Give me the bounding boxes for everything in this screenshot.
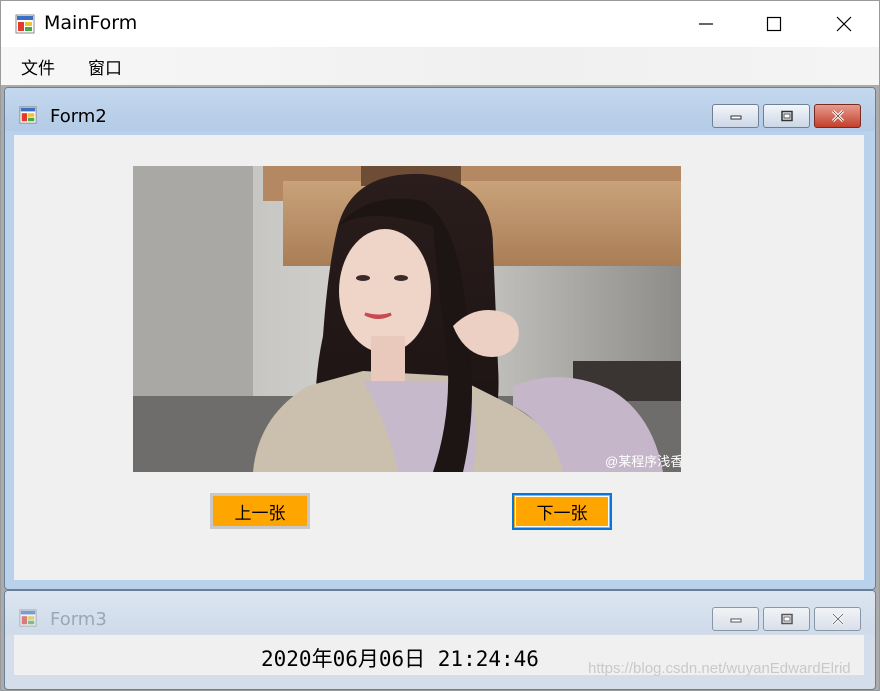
minimize-icon — [730, 115, 741, 120]
close-icon — [831, 109, 844, 123]
mdi-client-area: Form2 @某程序浅香 上一张 下一张 Form3 2020年06月06日 2… — [1, 85, 879, 690]
winforms-app-icon — [19, 106, 37, 124]
form2-restore-button[interactable] — [763, 104, 810, 128]
form3-title-bar[interactable]: Form3 — [5, 591, 875, 634]
form2-title: Form2 — [50, 106, 107, 127]
form2-title-bar[interactable]: Form2 — [5, 88, 875, 131]
menu-window[interactable]: 窗口 — [88, 54, 122, 79]
photo-of-woman: @某程序浅香 — [133, 166, 681, 472]
title-bar[interactable]: MainForm — [1, 1, 879, 47]
page-watermark: https://blog.csdn.net/wuyanEdwardElrid — [588, 660, 851, 677]
main-window: MainForm 文件 窗口 Form2 @某程序浅香 上一张 下一张 Form… — [0, 0, 880, 691]
restore-icon — [780, 613, 793, 625]
form2-close-button[interactable] — [814, 104, 861, 128]
close-icon — [831, 612, 844, 626]
menu-bar: 文件 窗口 — [1, 47, 879, 85]
time-label: 2020年06月06日 21:24:46 — [261, 647, 539, 671]
winforms-app-icon — [15, 14, 35, 34]
minimize-icon — [730, 618, 741, 623]
restore-icon — [780, 110, 793, 122]
form2-minimize-button[interactable] — [712, 104, 759, 128]
form3-close-button[interactable] — [814, 607, 861, 631]
image-watermark: @某程序浅香 — [605, 454, 681, 469]
maximize-button[interactable] — [739, 1, 809, 47]
close-button[interactable] — [809, 1, 879, 47]
form3-minimize-button[interactable] — [712, 607, 759, 631]
maximize-icon — [766, 16, 782, 32]
prev-button[interactable]: 上一张 — [210, 493, 310, 529]
form3-title: Form3 — [50, 609, 107, 630]
menu-file[interactable]: 文件 — [21, 54, 55, 79]
form2-client-area: @某程序浅香 上一张 下一张 — [14, 135, 864, 580]
window-title: MainForm — [44, 12, 138, 34]
minimize-button[interactable] — [671, 1, 741, 47]
close-icon — [836, 16, 852, 32]
winforms-app-icon — [19, 609, 37, 627]
form2-window: Form2 @某程序浅香 上一张 下一张 — [4, 87, 876, 590]
form3-restore-button[interactable] — [763, 607, 810, 631]
minimize-icon — [699, 23, 713, 25]
next-button[interactable]: 下一张 — [512, 493, 612, 530]
picture-box: @某程序浅香 — [133, 166, 681, 472]
